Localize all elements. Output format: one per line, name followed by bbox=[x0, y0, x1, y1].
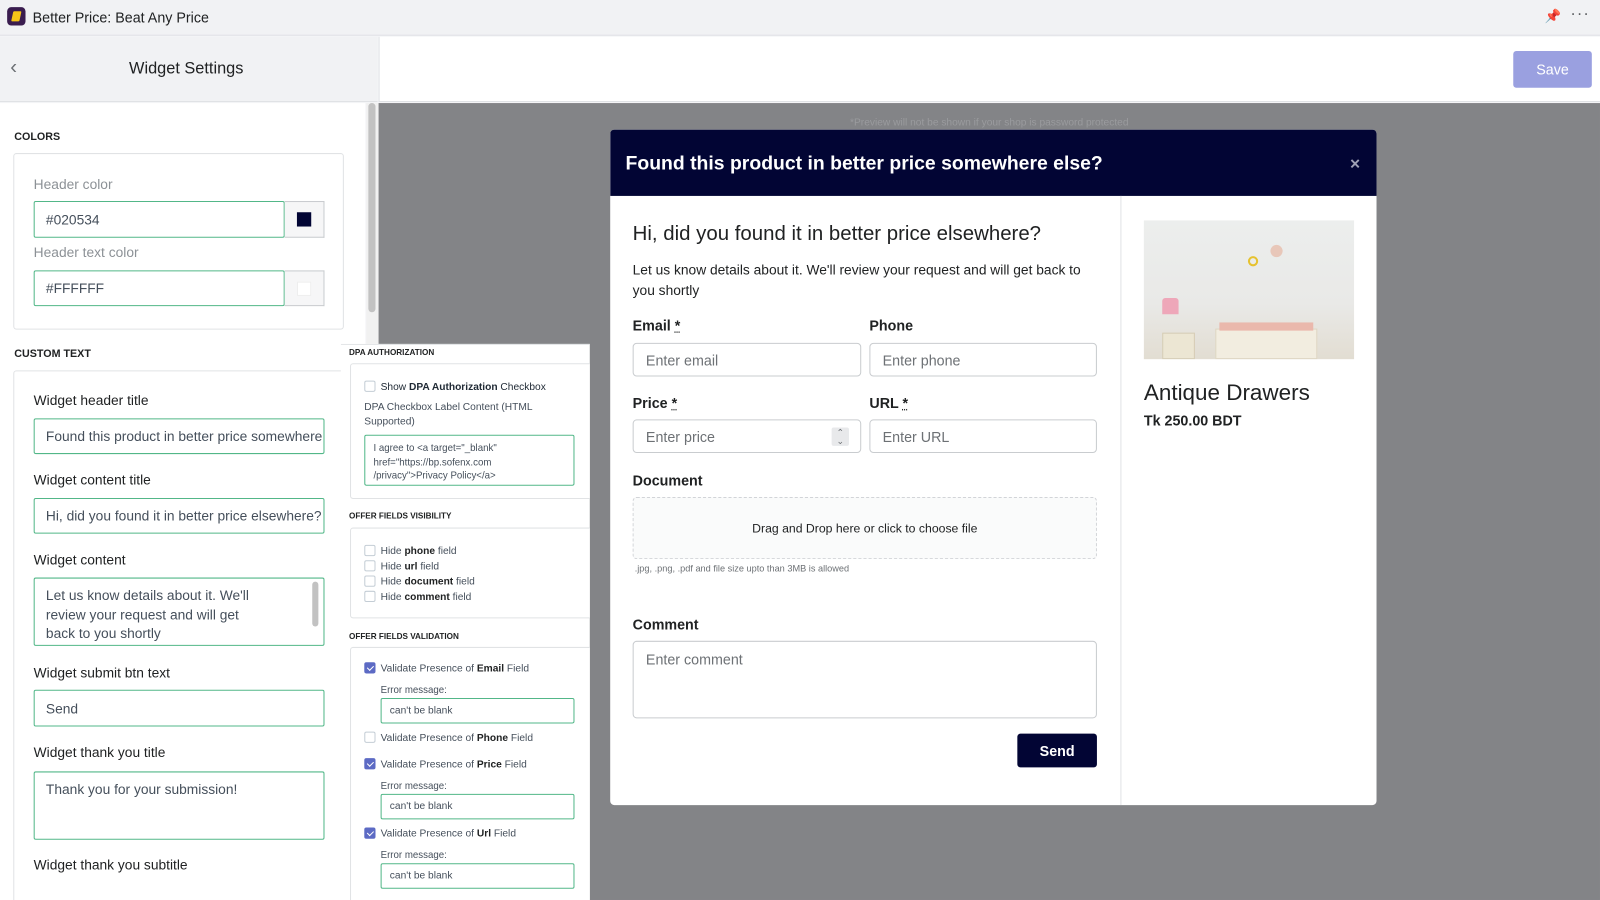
email-input[interactable]: Enter email bbox=[632, 342, 862, 377]
modal-title: Found this product in better price somew… bbox=[625, 153, 1103, 175]
comment-label: Comment bbox=[632, 616, 699, 633]
thank-title-label: Widget thank you title bbox=[33, 744, 166, 761]
url-input[interactable]: Enter URL bbox=[869, 419, 1097, 454]
more-icon[interactable]: ··· bbox=[1570, 5, 1589, 23]
header-text-color-swatch[interactable] bbox=[284, 270, 325, 307]
app-logo-icon bbox=[7, 7, 26, 26]
visibility-list: Hide phone field Hide url field Hide docum… bbox=[364, 544, 475, 605]
custom-text-section-title: CUSTOM TEXT bbox=[14, 347, 91, 361]
show-dpa-checkbox[interactable]: Show DPA Authorization Checkbox bbox=[364, 380, 546, 393]
content-text: Let us know details about it. We'll revi… bbox=[632, 262, 1081, 298]
content-title-label: Widget content title bbox=[33, 472, 151, 488]
header-text-color-label: Header text color bbox=[33, 244, 139, 261]
validate-checkbox-price[interactable]: Validate Presence of Price Field bbox=[364, 758, 574, 776]
thank-subtitle-label: Widget thank you subtitle bbox=[33, 857, 188, 873]
checkbox[interactable] bbox=[364, 380, 376, 392]
widget-modal: Found this product in better price somew… bbox=[610, 129, 1377, 806]
checkbox[interactable] bbox=[364, 590, 376, 603]
price-input[interactable]: Enter price bbox=[632, 419, 862, 454]
error-message-input[interactable]: can't be blank bbox=[380, 793, 575, 820]
phone-input[interactable]: Enter phone bbox=[869, 342, 1097, 377]
validate-checkbox-phone[interactable]: Validate Presence of Phone Field bbox=[364, 731, 574, 750]
submit-label: Widget submit btn text bbox=[33, 665, 170, 681]
header-title-input[interactable]: Found this product in better price somew… bbox=[33, 418, 325, 455]
pin-icon[interactable]: 📌 bbox=[1545, 8, 1562, 24]
dpa-content-textarea[interactable]: I agree to <a target="_blank" href="http… bbox=[364, 434, 575, 486]
validate-checkbox-email[interactable]: Validate Presence of Email Field bbox=[364, 662, 574, 680]
error-message-label: Error message: bbox=[380, 780, 447, 792]
error-message-input[interactable]: can't be blank bbox=[380, 697, 575, 724]
phone-label: Phone bbox=[869, 317, 914, 334]
error-message-input[interactable]: can't be blank bbox=[380, 863, 575, 889]
error-message-label: Error message: bbox=[380, 684, 447, 696]
validation-section-title: OFFER FIELDS VALIDATION bbox=[348, 631, 459, 641]
app-topbar bbox=[0, 0, 1600, 36]
visibility-checkbox-url[interactable]: Hide url field bbox=[364, 559, 474, 574]
checkbox[interactable] bbox=[364, 560, 376, 572]
product-price: Tk 250.00 BDT bbox=[1143, 412, 1242, 429]
comment-textarea[interactable]: Enter comment bbox=[632, 640, 1097, 719]
preview-note: *Preview will not be shown if your shop … bbox=[850, 117, 1129, 129]
validate-checkbox-url[interactable]: Validate Presence of Url Field bbox=[364, 827, 574, 846]
checkbox[interactable] bbox=[364, 544, 376, 557]
email-label: Email * bbox=[632, 317, 681, 334]
header-color-input[interactable]: #020534 bbox=[33, 201, 285, 238]
checkbox[interactable] bbox=[364, 827, 376, 839]
app-title: Better Price: Beat Any Price bbox=[32, 9, 209, 26]
content-textarea[interactable]: Let us know details about it. We'll revi… bbox=[33, 577, 325, 646]
header-color-swatch[interactable] bbox=[284, 201, 325, 238]
header-color-label: Header color bbox=[33, 176, 113, 192]
content-title-input[interactable]: Hi, did you found it in better price els… bbox=[33, 497, 325, 534]
product-image bbox=[1143, 220, 1355, 360]
checkbox[interactable] bbox=[364, 758, 376, 770]
page-title: Widget Settings bbox=[129, 60, 244, 78]
thank-title-textarea[interactable]: Thank you for your submission! bbox=[33, 771, 325, 840]
content-label: Widget content bbox=[33, 552, 126, 568]
checkbox[interactable] bbox=[364, 662, 376, 674]
colors-section-title: COLORS bbox=[14, 130, 61, 143]
textarea-scrollbar[interactable] bbox=[312, 581, 319, 627]
dpa-section-title: DPA AUTHORIZATION bbox=[348, 347, 435, 358]
visibility-checkbox-document[interactable]: Hide document field bbox=[364, 574, 475, 589]
visibility-section-title: OFFER FIELDS VISIBILITY bbox=[348, 511, 452, 521]
main-header bbox=[378, 36, 1600, 103]
document-label: Document bbox=[632, 472, 703, 489]
dpa-content-label: DPA Checkbox Label Content (HTML Support… bbox=[364, 402, 533, 428]
dpa-panel: DPA AUTHORIZATION Show DPA Authorization… bbox=[340, 343, 590, 900]
product-name: Antique Drawers bbox=[1143, 379, 1310, 406]
url-label: URL * bbox=[869, 394, 909, 412]
submit-input[interactable]: Send bbox=[33, 689, 325, 727]
content-title: Hi, did you found it in better price els… bbox=[632, 222, 1042, 245]
visibility-checkbox-phone[interactable]: Hide phone field bbox=[364, 544, 474, 559]
save-button[interactable]: Save bbox=[1513, 51, 1592, 88]
checkbox[interactable] bbox=[364, 731, 376, 743]
file-hint: .jpg, .png, .pdf and file size upto than… bbox=[634, 563, 850, 574]
header-title-label: Widget header title bbox=[33, 392, 149, 409]
error-message-label: Error message: bbox=[380, 849, 447, 862]
header-text-color-input[interactable]: #FFFFFF bbox=[33, 270, 285, 307]
checkbox[interactable] bbox=[364, 575, 376, 587]
close-icon[interactable]: × bbox=[1350, 154, 1360, 174]
price-label: Price * bbox=[632, 394, 678, 412]
validation-list: Validate Presence of Email Field Error me… bbox=[364, 662, 575, 889]
settings-panel: COLORS Header color #020534 Header text … bbox=[0, 103, 366, 900]
visibility-checkbox-comment[interactable]: Hide comment field bbox=[364, 590, 474, 605]
document-dropzone[interactable]: Drag and Drop here or click to choose fi… bbox=[632, 496, 1097, 560]
stepper-icon[interactable]: ⌃ ⌄ bbox=[831, 427, 849, 446]
send-button[interactable]: Send bbox=[1017, 733, 1097, 768]
